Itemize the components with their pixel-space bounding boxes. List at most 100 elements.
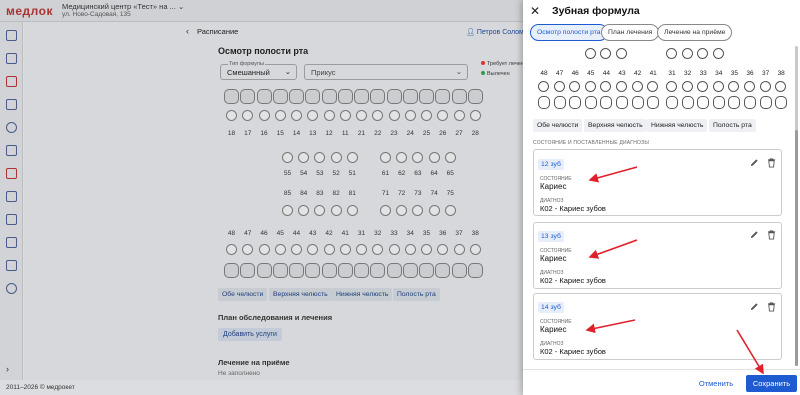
tooth-surface[interactable] (421, 244, 432, 255)
trash-icon[interactable] (767, 302, 776, 312)
box-icon[interactable] (6, 214, 17, 225)
milk-tooth-surface[interactable] (330, 152, 342, 163)
tooth-surface[interactable] (274, 244, 286, 255)
milk-tooth-surface[interactable] (282, 152, 293, 163)
home-icon[interactable] (6, 30, 17, 41)
milk-tooth-surface[interactable] (428, 205, 440, 216)
tooth-surface[interactable] (538, 81, 549, 92)
tooth-surface[interactable] (339, 110, 351, 121)
tooth-crown[interactable] (386, 263, 402, 278)
tooth-surface[interactable] (226, 110, 237, 121)
tooth-crown[interactable] (538, 96, 550, 109)
bg-tab-both-jaws[interactable]: Обе челюсти (218, 288, 268, 301)
tooth-crown[interactable] (553, 96, 566, 109)
tooth-surface[interactable] (584, 81, 596, 92)
tooth-surface[interactable] (404, 110, 416, 121)
tooth-surface[interactable] (421, 110, 432, 121)
tooth-surface[interactable] (744, 81, 755, 92)
add-services-button[interactable]: Добавить услуги (218, 328, 282, 341)
tooth-crown[interactable] (728, 96, 741, 109)
clinic-selector[interactable]: Медицинский центр «Тест» на ... ⌄ (62, 2, 184, 11)
milk-tooth-surface[interactable] (330, 205, 342, 216)
tooth-crown[interactable] (289, 263, 304, 278)
tooth-crown[interactable] (600, 96, 613, 109)
list-icon[interactable] (6, 99, 17, 110)
tooth-crown[interactable] (386, 89, 402, 104)
tooth-crown[interactable] (666, 96, 678, 109)
settings-icon[interactable] (6, 283, 17, 294)
tooth-crown[interactable] (224, 89, 239, 104)
bg-tab-oral-cavity[interactable]: Полость рта (393, 288, 440, 301)
tooth-surface[interactable] (356, 244, 367, 255)
tab-exam[interactable]: Осмотр полости рта (530, 24, 608, 41)
puzzle-icon[interactable] (6, 260, 17, 271)
tooth-surface[interactable] (291, 244, 302, 255)
tooth-crown[interactable] (435, 89, 451, 104)
tooth-crown[interactable] (584, 96, 597, 109)
tooth-surface[interactable] (453, 244, 465, 255)
back-arrow-icon[interactable]: ‹ (186, 26, 189, 36)
tooth-surface[interactable] (666, 81, 677, 92)
tooth-surface[interactable] (274, 110, 286, 121)
tooth-crown[interactable] (240, 89, 256, 104)
close-icon[interactable]: ✕ (530, 5, 540, 17)
tooth-surface[interactable] (631, 81, 643, 92)
milk-tooth-surface[interactable] (282, 205, 293, 216)
milk-tooth-surface[interactable] (444, 152, 456, 163)
tooth-crown[interactable] (451, 89, 467, 104)
tooth-crown[interactable] (321, 263, 337, 278)
tooth-crown[interactable] (744, 96, 756, 109)
tooth-surface[interactable] (681, 81, 693, 92)
tooth-crown[interactable] (256, 89, 272, 104)
tooth-crown[interactable] (647, 96, 660, 109)
milk-tooth-surface[interactable] (380, 205, 391, 216)
milk-tooth-surface[interactable] (346, 205, 358, 216)
bite-select[interactable]: Прикус ⌄ (304, 64, 468, 80)
bg-tab-upper-jaw[interactable]: Верхняя челюсть (269, 288, 332, 301)
tooth-crown[interactable] (354, 89, 369, 104)
tooth-crown[interactable] (289, 89, 304, 104)
tooth-surface[interactable] (291, 110, 302, 121)
tooth-crown[interactable] (616, 96, 628, 109)
tooth-surface[interactable] (226, 244, 237, 255)
tooth-crown[interactable] (712, 96, 725, 109)
tooth-crown[interactable] (321, 89, 337, 104)
pencil-icon[interactable] (750, 302, 759, 311)
milk-tooth-surface[interactable] (380, 152, 391, 163)
save-button[interactable]: Сохранить (746, 375, 797, 392)
tooth-surface[interactable] (404, 244, 416, 255)
breadcrumb[interactable]: Расписание (197, 27, 238, 36)
tooth-surface[interactable] (356, 110, 367, 121)
tooth-crown[interactable] (435, 263, 451, 278)
tooth-crown[interactable] (569, 96, 582, 109)
bed-icon[interactable] (6, 191, 17, 202)
milk-tooth-surface[interactable] (346, 152, 358, 163)
tooth-crown[interactable] (467, 89, 483, 104)
tooth-crown[interactable] (759, 96, 772, 109)
tooth-surface[interactable] (553, 81, 565, 92)
tooth-crown[interactable] (272, 89, 288, 104)
tooth-crown[interactable] (337, 263, 353, 278)
tooth-surface[interactable] (469, 244, 481, 255)
milk-tooth-surface[interactable] (428, 152, 440, 163)
tooth-crown[interactable] (402, 263, 418, 278)
pencil-icon[interactable] (750, 158, 759, 167)
tooth-surface[interactable] (339, 244, 351, 255)
tooth-surface[interactable] (712, 48, 724, 59)
tooth-crown[interactable] (419, 89, 434, 104)
tooth-crown[interactable] (402, 89, 418, 104)
panel-scroll-thumb[interactable] (795, 130, 798, 366)
ruble-icon[interactable] (6, 237, 17, 248)
app-logo[interactable]: медлок (6, 4, 53, 18)
tooth-crown[interactable] (681, 96, 694, 109)
tooth-surface[interactable] (453, 110, 465, 121)
tooth-surface[interactable] (323, 244, 335, 255)
tooth-crown[interactable] (451, 263, 467, 278)
schedule-icon[interactable] (6, 76, 17, 87)
tooth-surface[interactable] (258, 244, 270, 255)
tab-treatment-plan[interactable]: План лечения (601, 24, 660, 41)
tooth-crown[interactable] (305, 263, 321, 278)
tooth-surface[interactable] (616, 81, 627, 92)
tooth-crown[interactable] (256, 263, 272, 278)
tooth-crown[interactable] (354, 263, 369, 278)
